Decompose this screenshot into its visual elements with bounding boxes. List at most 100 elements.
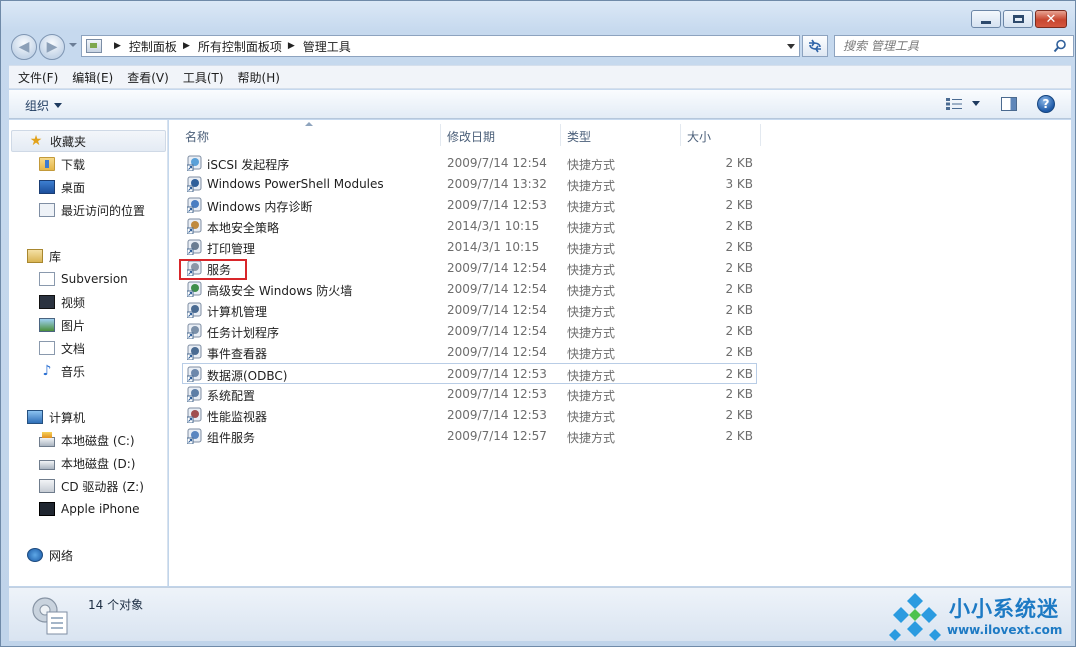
nav-item-label: 本地磁盘 (C:) — [61, 433, 135, 448]
column-divider[interactable] — [680, 124, 681, 146]
file-row[interactable]: 数据源(ODBC) 2009/7/14 12:53 快捷方式 2 KB — [182, 363, 757, 384]
menu-file[interactable]: 文件(F) — [9, 69, 63, 86]
breadcrumb-all-items[interactable]: 所有控制面板项 — [198, 38, 282, 55]
file-modified-date: 2009/7/14 12:53 — [447, 408, 547, 422]
column-header-date[interactable]: 修改日期 — [447, 128, 495, 145]
address-dropdown-icon[interactable] — [787, 44, 795, 49]
file-row[interactable]: Windows 内存诊断 2009/7/14 12:53 快捷方式 2 KB — [183, 195, 757, 216]
shortcut-icon — [187, 407, 202, 423]
nav-favorites[interactable]: ★ 收藏夹 — [11, 130, 166, 152]
breadcrumb-control-panel[interactable]: 控制面板 — [129, 38, 177, 55]
shortcut-icon — [187, 366, 202, 382]
refresh-button[interactable] — [802, 35, 828, 57]
shortcut-icon — [187, 386, 202, 402]
file-row[interactable]: 打印管理 2014/3/1 10:15 快捷方式 2 KB — [183, 237, 757, 258]
chevron-right-icon[interactable]: ▶ — [183, 41, 190, 51]
menu-tools[interactable]: 工具(T) — [174, 69, 229, 86]
nav-item-music[interactable]: ♪ 音乐 — [9, 361, 85, 381]
column-header-size[interactable]: 大小 — [687, 128, 711, 145]
status-object-count: 14 个对象 — [88, 598, 144, 612]
shortcut-icon — [187, 428, 202, 444]
nav-item-videos[interactable]: 视频 — [9, 292, 85, 312]
column-header-type[interactable]: 类型 — [567, 128, 591, 145]
back-arrow-icon: ◀ — [18, 39, 30, 55]
column-header-name[interactable]: 名称 — [185, 128, 209, 145]
file-row[interactable]: Windows PowerShell Modules 2009/7/14 13:3… — [183, 174, 757, 195]
preview-pane-icon[interactable] — [1001, 97, 1017, 111]
change-view-icon[interactable] — [946, 98, 962, 110]
file-row[interactable]: 组件服务 2009/7/14 12:57 快捷方式 2 KB — [183, 426, 757, 447]
file-row[interactable]: 事件查看器 2009/7/14 12:54 快捷方式 2 KB — [183, 342, 757, 363]
file-name: 系统配置 — [207, 389, 256, 403]
back-button[interactable]: ◀ — [11, 34, 37, 60]
file-modified-date: 2009/7/14 12:54 — [447, 261, 547, 275]
maximize-button[interactable] — [1003, 10, 1033, 28]
nav-item-downloads[interactable]: 下载 — [9, 154, 85, 174]
breadcrumb-admin-tools[interactable]: 管理工具 — [303, 38, 351, 55]
shortcut-icon — [187, 218, 202, 234]
search-icon[interactable] — [1053, 39, 1067, 53]
nav-item-recent-places[interactable]: 最近访问的位置 — [9, 200, 145, 220]
menu-edit[interactable]: 编辑(E) — [63, 69, 118, 86]
file-modified-date: 2009/7/14 12:53 — [447, 367, 547, 381]
music-note-icon: ♪ — [42, 363, 52, 379]
menu-view[interactable]: 查看(V) — [118, 69, 174, 86]
file-row[interactable]: 计算机管理 2009/7/14 12:54 快捷方式 2 KB — [183, 300, 757, 321]
help-icon[interactable]: ? — [1037, 95, 1055, 113]
close-button[interactable]: ✕ — [1035, 10, 1067, 28]
menu-help[interactable]: 帮助(H) — [229, 69, 285, 86]
nav-item-pictures[interactable]: 图片 — [9, 315, 85, 335]
nav-item-cd-drive[interactable]: CD 驱动器 (Z:) — [9, 476, 144, 496]
site-watermark: 小小系统迷 www.ilovext.com — [887, 589, 1073, 643]
address-bar[interactable]: ▶ 控制面板 ▶ 所有控制面板项 ▶ 管理工具 — [81, 35, 800, 57]
nav-item-iphone[interactable]: Apple iPhone — [9, 499, 139, 519]
nav-item-documents[interactable]: 文档 — [9, 338, 85, 358]
pictures-icon — [39, 318, 55, 332]
column-divider[interactable] — [440, 124, 441, 146]
file-size: 2 KB — [725, 303, 753, 317]
file-size: 2 KB — [725, 345, 753, 359]
search-input[interactable] — [843, 39, 1053, 53]
nav-item-drive-d[interactable]: 本地磁盘 (D:) — [9, 453, 135, 473]
file-row[interactable]: 任务计划程序 2009/7/14 12:54 快捷方式 2 KB — [183, 321, 757, 342]
nav-network-label: 网络 — [49, 548, 74, 563]
file-name: 计算机管理 — [207, 305, 268, 319]
nav-libraries[interactable]: 库 — [9, 246, 61, 266]
file-row[interactable]: iSCSI 发起程序 2009/7/14 12:54 快捷方式 2 KB — [183, 153, 757, 174]
nav-item-subversion[interactable]: Subversion — [9, 269, 128, 289]
column-divider[interactable] — [760, 124, 761, 146]
watermark-url: www.ilovext.com — [947, 623, 1063, 637]
chevron-right-icon[interactable]: ▶ — [288, 41, 295, 51]
chevron-down-icon — [54, 103, 63, 108]
file-row[interactable]: 服务 2009/7/14 12:54 快捷方式 2 KB — [183, 258, 757, 279]
search-box[interactable] — [834, 35, 1074, 57]
file-row[interactable]: 系统配置 2009/7/14 12:53 快捷方式 2 KB — [183, 384, 757, 405]
file-name: Windows PowerShell Modules — [207, 177, 384, 191]
downloads-folder-icon — [39, 157, 55, 171]
nav-computer[interactable]: 计算机 — [9, 407, 85, 427]
file-list-pane: 名称 修改日期 类型 大小 iSCSI 发起程序 2009/7/14 12:54 快… — [169, 120, 1071, 586]
shortcut-icon — [187, 155, 202, 171]
libraries-icon — [27, 249, 43, 263]
file-name: 性能监视器 — [207, 410, 268, 424]
file-row[interactable]: 高级安全 Windows 防火墙 2009/7/14 12:54 快捷方式 2 KB — [183, 279, 757, 300]
column-divider[interactable] — [560, 124, 561, 146]
minimize-button[interactable] — [971, 10, 1001, 28]
recent-pages-dropdown[interactable] — [69, 43, 77, 47]
nav-item-label: 最近访问的位置 — [61, 203, 146, 218]
organize-button[interactable]: 组织 — [25, 97, 63, 114]
nav-network[interactable]: 网络 — [9, 545, 73, 565]
organize-label: 组织 — [25, 99, 50, 113]
file-row[interactable]: 本地安全策略 2014/3/1 10:15 快捷方式 2 KB — [183, 216, 757, 237]
file-size: 2 KB — [725, 324, 753, 338]
file-row[interactable]: 性能监视器 2009/7/14 12:53 快捷方式 2 KB — [183, 405, 757, 426]
chevron-right-icon[interactable]: ▶ — [114, 41, 121, 51]
view-options-dropdown-icon[interactable] — [972, 101, 980, 106]
nav-item-desktop[interactable]: 桌面 — [9, 177, 85, 197]
forward-button[interactable]: ▶ — [39, 34, 65, 60]
watermark-title: 小小系统迷 — [949, 597, 1059, 621]
file-name: 组件服务 — [207, 431, 256, 445]
explorer-window: ✕ ◀ ▶ ▶ 控制面板 ▶ 所有控制面板项 ▶ 管理工具 搜索 管理工具 文件… — [0, 0, 1076, 647]
nav-item-drive-c[interactable]: 本地磁盘 (C:) — [9, 430, 135, 450]
file-name: 高级安全 Windows 防火墙 — [207, 284, 353, 298]
